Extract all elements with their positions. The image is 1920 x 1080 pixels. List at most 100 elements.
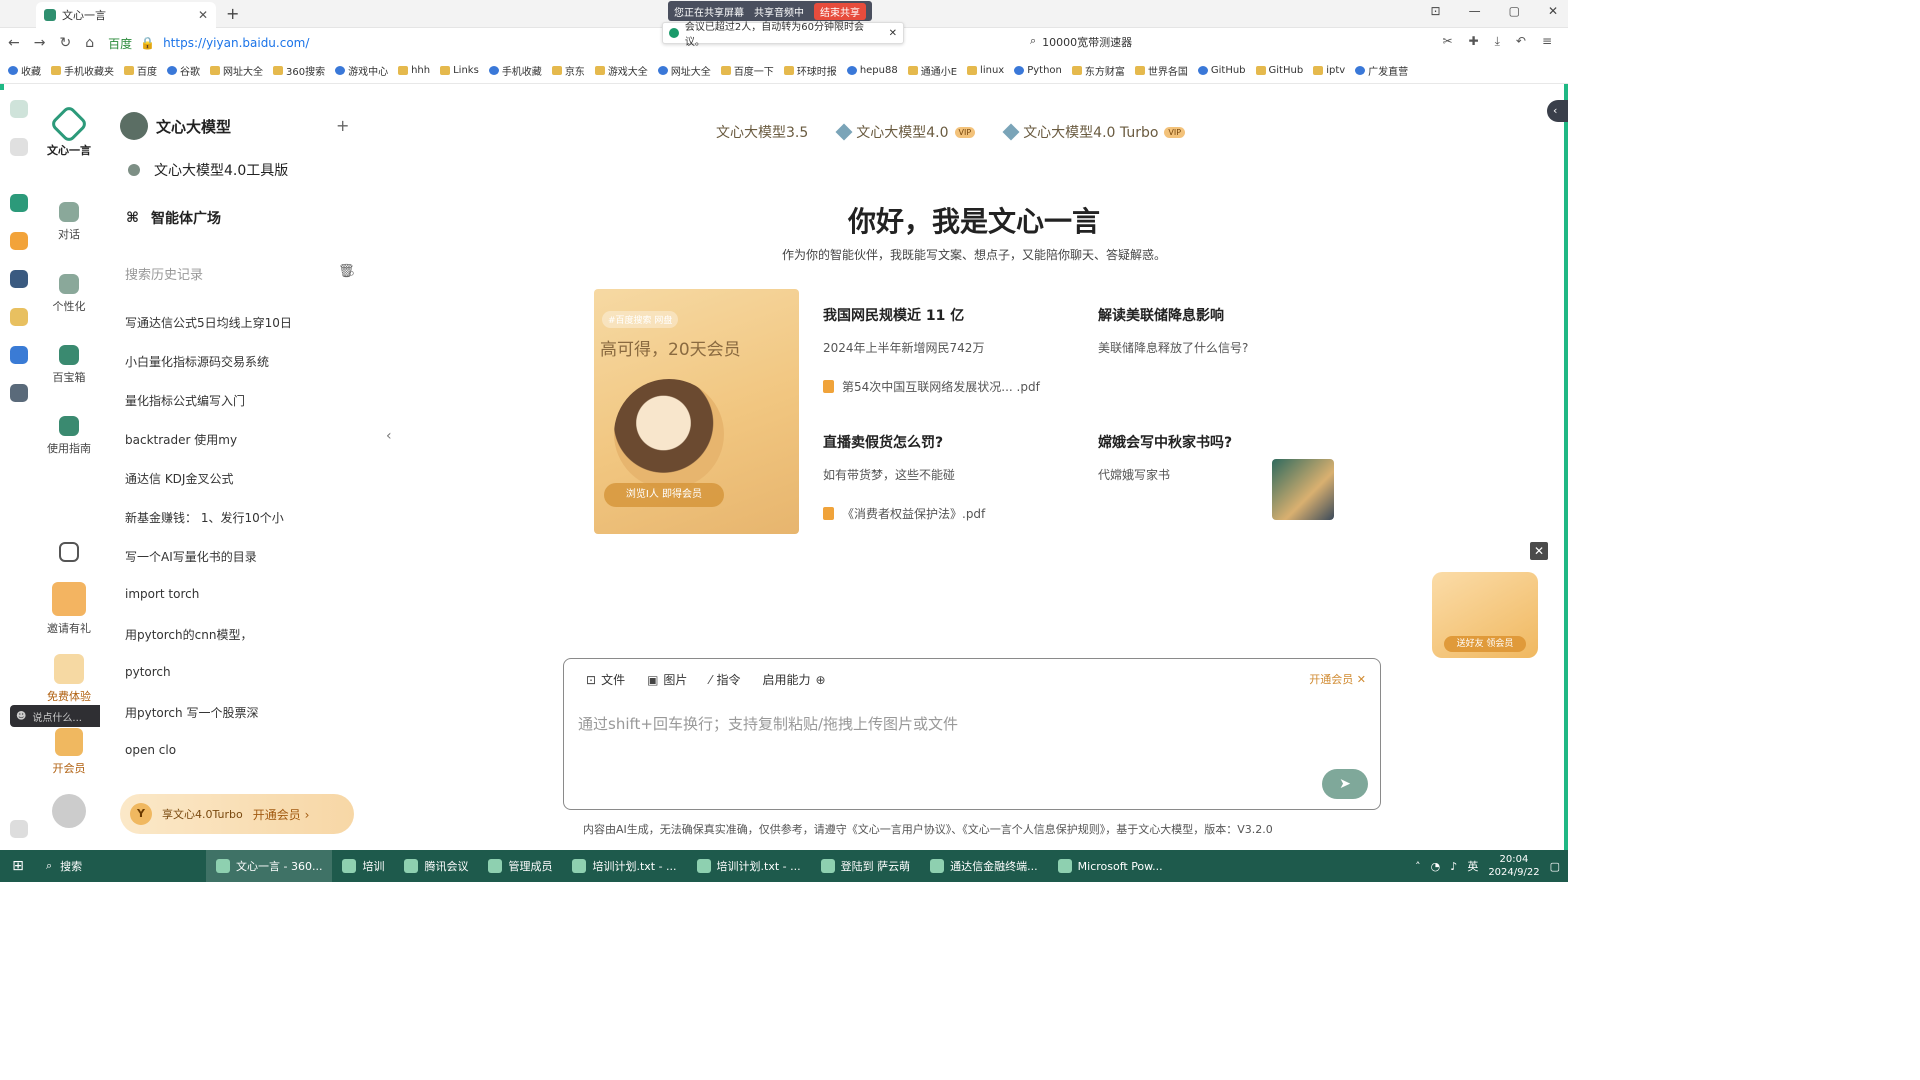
model-4-0-turbo[interactable]: 文心大模型4.0 Turbo VIP bbox=[1002, 122, 1186, 142]
extension-icon[interactable]: ✂ bbox=[1442, 34, 1452, 49]
history-item[interactable]: 新基金赚钱： 1、发行10个小 bbox=[125, 509, 375, 548]
volume-icon[interactable]: ♪ bbox=[1450, 860, 1457, 873]
bookmark-item[interactable]: GitHub bbox=[1255, 65, 1303, 76]
taskbar-app[interactable]: 腾讯会议 bbox=[394, 850, 478, 882]
bookmark-item[interactable]: 网址大全 bbox=[210, 63, 263, 78]
home-icon[interactable]: ⌂ bbox=[85, 35, 94, 51]
home-rail-icon[interactable] bbox=[10, 100, 28, 118]
pin-icon[interactable]: ⊡ bbox=[1431, 4, 1441, 18]
bookmark-item[interactable]: 360搜索 bbox=[273, 63, 325, 78]
bookmark-item[interactable]: 广发直营 bbox=[1355, 63, 1408, 78]
collapse-sidebar-icon[interactable]: ‹ bbox=[386, 428, 392, 444]
bookmark-item[interactable]: hhh bbox=[398, 65, 430, 76]
taskbar-app[interactable]: Microsoft Pow... bbox=[1048, 850, 1173, 882]
puzzle-icon[interactable]: ✚ bbox=[1469, 34, 1479, 49]
nav-personalize[interactable]: 个性化 bbox=[38, 274, 100, 314]
ai-rail-icon[interactable] bbox=[10, 308, 28, 326]
sidebar-title[interactable]: 文心大模型 bbox=[120, 112, 231, 140]
bookmark-item[interactable]: Python bbox=[1014, 65, 1062, 76]
forward-icon[interactable]: → bbox=[34, 35, 46, 51]
bookmark-item[interactable]: 百度 bbox=[124, 63, 157, 78]
bookmark-item[interactable]: GitHub bbox=[1197, 65, 1246, 76]
promo-banner[interactable]: #百度搜索 网盘 高可得，20天会员 浏览I人 即得会员 bbox=[594, 289, 799, 534]
ime-indicator[interactable]: 英 bbox=[1467, 858, 1478, 874]
download-icon[interactable]: ⤓ bbox=[1495, 34, 1500, 49]
back-icon[interactable]: ← bbox=[8, 35, 20, 51]
nav-toolbox[interactable]: 百宝箱 bbox=[38, 345, 100, 385]
taskbar-app[interactable]: 培训计划.txt - ... bbox=[687, 850, 811, 882]
capability-button[interactable]: 启用能力 ⊕ bbox=[762, 671, 825, 688]
new-tab-icon[interactable]: + bbox=[226, 4, 239, 23]
image-button[interactable]: ▣ 图片 bbox=[647, 671, 687, 688]
history-item[interactable]: 写通达信公式5日均线上穿10日 bbox=[125, 314, 375, 353]
banner-button[interactable]: 浏览I人 即得会员 bbox=[604, 483, 724, 507]
close-window-icon[interactable]: ✕ bbox=[1548, 4, 1558, 18]
bookmark-item[interactable]: hepu88 bbox=[846, 65, 898, 76]
taskbar-app[interactable]: 登陆到 萨云萌 bbox=[811, 850, 921, 882]
card-file[interactable]: 第54次中国互联网络发展状况... .pdf bbox=[823, 378, 1073, 395]
nav-free-trial[interactable]: 免费体验 bbox=[38, 654, 100, 704]
ai-chat-rail-icon[interactable] bbox=[10, 346, 28, 364]
browser-tab[interactable]: 文心一言 ✕ bbox=[36, 2, 216, 28]
clock[interactable]: 20:04 2024/9/22 bbox=[1488, 853, 1539, 879]
maximize-icon[interactable]: ▢ bbox=[1509, 4, 1520, 18]
address-bar[interactable]: 百度 🔒 https://yiyan.baidu.com/ bbox=[108, 35, 309, 52]
taskbar-app[interactable]: 培训 bbox=[332, 850, 394, 882]
undo-icon[interactable]: ↶ bbox=[1516, 34, 1526, 49]
taskbar-app[interactable]: 管理成员 bbox=[478, 850, 562, 882]
bookmark-item[interactable]: 京东 bbox=[551, 63, 585, 78]
vip-upgrade-bar[interactable]: Y 享文心4.0Turbo 开通会员 › bbox=[120, 794, 354, 834]
close-promo-icon[interactable]: ✕ bbox=[1530, 542, 1548, 560]
vip-float-promo[interactable]: 送好友 领会员 bbox=[1432, 572, 1538, 658]
settings-icon[interactable] bbox=[10, 820, 28, 838]
model-3-5[interactable]: 文心大模型3.5 bbox=[716, 122, 808, 142]
add-rail-icon[interactable] bbox=[10, 138, 28, 156]
bookmark-item[interactable]: 网址大全 bbox=[657, 63, 711, 78]
tool-version-item[interactable]: 文心大模型4.0工具版 bbox=[128, 160, 288, 180]
history-item[interactable]: 写一个AI写量化书的目录 bbox=[125, 548, 375, 587]
history-item[interactable]: backtrader 使用my bbox=[125, 431, 375, 470]
chat-input[interactable]: 通过shift+回车换行；支持复制粘贴/拖拽上传图片或文件 bbox=[578, 713, 958, 734]
send-button[interactable]: ➤ bbox=[1322, 769, 1368, 799]
history-item[interactable]: 通达信 KDJ金叉公式 bbox=[125, 470, 375, 509]
bookmark-item[interactable]: Links bbox=[440, 65, 479, 76]
nav-vip[interactable]: 开会员 bbox=[38, 728, 100, 776]
suggestion-card[interactable]: 解读美联储降息影响 美联储降息释放了什么信号? bbox=[1098, 305, 1348, 356]
file-button[interactable]: ⊡ 文件 bbox=[586, 671, 625, 688]
bookmark-item[interactable]: 收藏 bbox=[8, 63, 41, 78]
open-member-link[interactable]: 开通会员 ✕ bbox=[1309, 671, 1366, 687]
bookmark-item[interactable]: 手机收藏 bbox=[488, 63, 542, 78]
minimize-icon[interactable]: — bbox=[1469, 4, 1481, 18]
history-search[interactable]: 搜索历史记录 ⌕ bbox=[125, 264, 355, 283]
close-tab-icon[interactable]: ✕ bbox=[198, 8, 208, 22]
history-item[interactable]: open clo bbox=[125, 743, 375, 782]
nav-invite[interactable]: 邀请有礼 bbox=[38, 582, 100, 636]
history-item[interactable]: 用pytorch 写一个股票深 bbox=[125, 704, 375, 743]
bookmark-item[interactable]: 百度一下 bbox=[720, 63, 774, 78]
vip-open-link[interactable]: 开通会员 › bbox=[253, 806, 310, 823]
history-item[interactable]: 小白量化指标源码交易系统 bbox=[125, 353, 375, 392]
bookmark-item[interactable]: 东方财富 bbox=[1071, 63, 1125, 78]
suggestion-card[interactable]: 我国网民规模近 11 亿 2024年上半年新增网民742万 第54次中国互联网络… bbox=[823, 305, 1073, 395]
chevron-left-icon[interactable]: ‹ bbox=[1547, 100, 1568, 122]
nav-guide[interactable]: 使用指南 bbox=[38, 416, 100, 456]
notification-icon[interactable]: ▢ bbox=[1550, 860, 1560, 873]
history-item[interactable]: 用pytorch的cnn模型， bbox=[125, 626, 375, 665]
bookmark-item[interactable]: 通通小E bbox=[907, 63, 957, 78]
end-share-button[interactable]: 结束共享 bbox=[814, 2, 866, 20]
wifi-icon[interactable]: ◔ bbox=[1431, 860, 1441, 873]
card-file[interactable]: 《消费者权益保护法》.pdf bbox=[823, 505, 1073, 522]
reload-icon[interactable]: ↻ bbox=[59, 35, 71, 51]
bookmark-item[interactable]: iptv bbox=[1313, 65, 1345, 76]
history-item[interactable]: import torch bbox=[125, 587, 375, 626]
robot-rail-icon[interactable] bbox=[10, 270, 28, 288]
logo[interactable]: 文心一言 bbox=[38, 104, 100, 158]
history-search-input[interactable]: 搜索历史记录 bbox=[125, 264, 203, 283]
windows-start-icon[interactable]: ⊞ bbox=[0, 858, 36, 874]
bot-rail-icon[interactable] bbox=[10, 384, 28, 402]
taskbar-app[interactable]: 文心一言 - 360... bbox=[206, 850, 333, 882]
taskbar-app[interactable]: 培训计划.txt - ... bbox=[562, 850, 686, 882]
history-item[interactable]: pytorch bbox=[125, 665, 375, 704]
bookmark-item[interactable]: 游戏大全 bbox=[594, 63, 648, 78]
bookmark-item[interactable]: 环球时报 bbox=[783, 63, 837, 78]
